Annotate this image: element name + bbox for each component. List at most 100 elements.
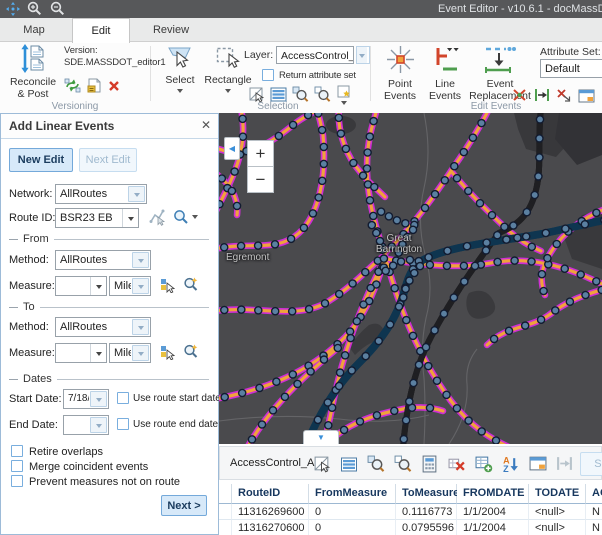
event-point-marker[interactable] xyxy=(409,332,416,339)
event-point-marker[interactable] xyxy=(219,201,223,208)
event-point-marker[interactable] xyxy=(403,317,410,324)
network-combo[interactable]: AllRoutes xyxy=(55,184,147,204)
event-point-marker[interactable] xyxy=(290,121,297,128)
event-point-marker[interactable] xyxy=(450,294,457,301)
event-point-marker[interactable] xyxy=(443,391,450,398)
to-measure-combo[interactable] xyxy=(55,343,107,363)
event-point-marker[interactable] xyxy=(528,243,535,250)
event-point-marker[interactable] xyxy=(363,165,370,172)
event-point-marker[interactable] xyxy=(294,380,301,387)
event-point-marker[interactable] xyxy=(465,417,472,424)
pick-measure-icon[interactable] xyxy=(159,344,175,365)
use-route-end-checkbox[interactable] xyxy=(117,418,129,430)
collapse-table-button[interactable]: ▼ xyxy=(303,430,339,444)
event-point-marker[interactable] xyxy=(300,224,307,231)
event-point-marker[interactable] xyxy=(415,361,422,368)
event-point-marker[interactable] xyxy=(416,263,423,270)
event-point-marker[interactable] xyxy=(431,191,438,198)
sort-az-icon[interactable]: AZ xyxy=(502,455,519,473)
event-point-marker[interactable] xyxy=(494,232,501,239)
column-header-todate[interactable]: TODATE xyxy=(529,484,586,504)
event-point-marker[interactable] xyxy=(360,172,367,179)
event-point-marker[interactable] xyxy=(451,163,458,170)
event-point-marker[interactable] xyxy=(441,177,448,184)
event-point-marker[interactable] xyxy=(319,126,326,133)
event-point-marker[interactable] xyxy=(269,407,276,414)
event-point-marker[interactable] xyxy=(336,290,343,297)
tab-map[interactable]: Map xyxy=(10,18,58,41)
use-route-start-checkbox[interactable] xyxy=(117,392,129,404)
from-method-combo[interactable]: AllRoutes xyxy=(55,250,151,270)
event-point-marker[interactable] xyxy=(239,115,246,122)
event-point-marker[interactable] xyxy=(536,135,543,142)
select-dropdown-icon[interactable] xyxy=(177,89,183,96)
event-point-marker[interactable] xyxy=(305,113,312,119)
map-canvas[interactable]: Egremont Great Barrington ◀ + − ▼ xyxy=(219,113,602,444)
event-point-marker[interactable] xyxy=(349,280,356,287)
attributes-form-icon[interactable] xyxy=(529,455,547,471)
event-point-marker[interactable] xyxy=(461,278,468,285)
event-point-marker[interactable] xyxy=(566,298,573,305)
event-point-marker[interactable] xyxy=(375,337,382,344)
event-point-marker[interactable] xyxy=(341,426,348,433)
event-point-marker[interactable] xyxy=(431,327,438,334)
event-point-marker[interactable] xyxy=(577,271,584,278)
event-point-marker[interactable] xyxy=(334,344,341,351)
event-point-marker[interactable] xyxy=(425,363,432,370)
event-point-marker[interactable] xyxy=(272,308,279,315)
event-point-marker[interactable] xyxy=(522,322,529,329)
event-point-marker[interactable] xyxy=(561,265,568,272)
event-point-marker[interactable] xyxy=(368,222,375,229)
event-point-marker[interactable] xyxy=(256,384,263,391)
delete-version-icon[interactable] xyxy=(108,79,120,97)
event-point-marker[interactable] xyxy=(353,318,360,325)
event-point-marker[interactable] xyxy=(271,241,278,248)
to-units-combo[interactable]: Miles xyxy=(109,343,151,363)
event-point-marker[interactable] xyxy=(426,261,433,268)
end-date-combo[interactable] xyxy=(63,415,109,435)
event-point-marker[interactable] xyxy=(320,143,327,150)
to-method-combo[interactable]: AllRoutes xyxy=(55,317,151,337)
event-point-marker[interactable] xyxy=(562,225,569,232)
event-point-marker[interactable] xyxy=(288,235,295,242)
event-point-marker[interactable] xyxy=(335,114,342,121)
cell-frommeasure[interactable]: 0 xyxy=(309,504,396,520)
event-point-marker[interactable] xyxy=(221,306,228,313)
line-events-button[interactable]: Line Events xyxy=(424,44,466,102)
zoom-to-route-button[interactable] xyxy=(173,209,198,225)
event-point-marker[interactable] xyxy=(390,262,397,269)
event-point-marker[interactable] xyxy=(378,208,385,215)
point-events-button[interactable]: Point Events xyxy=(378,44,422,102)
event-point-marker[interactable] xyxy=(422,344,429,351)
event-point-marker[interactable] xyxy=(453,405,460,412)
zoom-in-icon[interactable] xyxy=(27,1,42,16)
save-button[interactable]: Sa xyxy=(580,452,602,476)
trim-event-icon[interactable] xyxy=(556,87,572,108)
event-point-marker[interactable] xyxy=(531,191,538,198)
cell-todate[interactable]: <null> xyxy=(529,504,586,520)
event-point-marker[interactable] xyxy=(538,271,545,278)
zoom-to-measure-icon[interactable] xyxy=(183,343,200,365)
event-point-marker[interactable] xyxy=(321,300,328,307)
event-point-marker[interactable] xyxy=(463,243,470,250)
new-version-icon[interactable] xyxy=(87,78,102,98)
event-point-marker[interactable] xyxy=(350,159,357,166)
event-point-marker[interactable] xyxy=(491,335,498,342)
event-point-marker[interactable] xyxy=(366,197,373,204)
event-point-marker[interactable] xyxy=(281,393,288,400)
event-point-marker[interactable] xyxy=(238,306,245,313)
event-point-marker[interactable] xyxy=(440,310,447,317)
event-point-marker[interactable] xyxy=(598,286,602,293)
event-point-marker[interactable] xyxy=(306,306,313,313)
new-edit-button[interactable]: New Edit xyxy=(9,148,73,172)
column-header-accesscontrol[interactable]: AC xyxy=(586,484,602,504)
event-point-marker[interactable] xyxy=(503,236,510,243)
event-point-marker[interactable] xyxy=(478,428,485,435)
event-point-marker[interactable] xyxy=(482,247,489,254)
event-point-marker[interactable] xyxy=(433,377,440,384)
event-point-marker[interactable] xyxy=(385,213,392,220)
cell-routeid[interactable]: 11316270600 xyxy=(232,520,309,535)
event-point-marker[interactable] xyxy=(387,321,394,328)
row-gutter[interactable] xyxy=(219,520,232,535)
cell-accesscontrol[interactable]: N xyxy=(586,504,602,520)
